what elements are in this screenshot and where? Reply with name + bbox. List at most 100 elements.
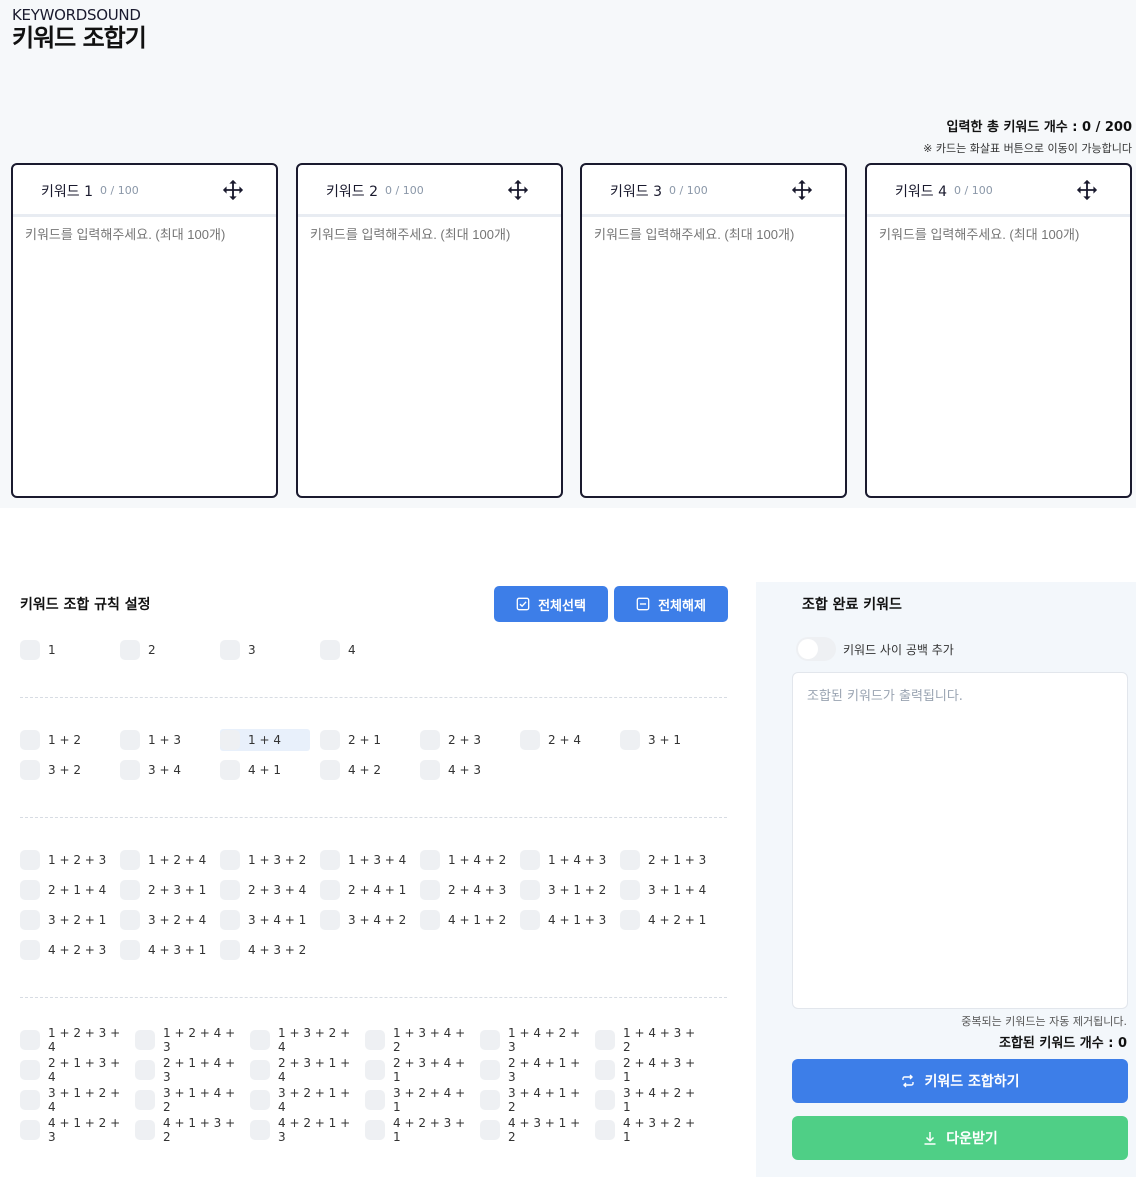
combination-checkbox[interactable] — [220, 880, 240, 900]
combination-checkbox[interactable] — [320, 760, 340, 780]
combination-checkbox[interactable] — [20, 1030, 40, 1050]
move-icon[interactable] — [791, 179, 813, 201]
combination-option[interactable]: 2 — [120, 639, 210, 661]
combination-option[interactable]: 2 + 1 + 3 + 4 — [20, 1056, 130, 1084]
combination-checkbox[interactable] — [20, 1090, 40, 1110]
combination-checkbox[interactable] — [120, 910, 140, 930]
combination-checkbox[interactable] — [420, 850, 440, 870]
result-textarea[interactable]: 조합된 키워드가 출력됩니다. — [792, 672, 1128, 1009]
combination-option[interactable]: 3 + 2 + 1 — [20, 909, 110, 931]
combination-checkbox[interactable] — [250, 1090, 270, 1110]
combination-option[interactable]: 1 + 3 + 2 — [220, 849, 310, 871]
combination-checkbox[interactable] — [20, 640, 40, 660]
combination-option[interactable]: 1 + 4 + 3 — [520, 849, 610, 871]
combination-checkbox[interactable] — [250, 1060, 270, 1080]
combination-option[interactable]: 3 + 2 + 4 + 1 — [365, 1086, 475, 1114]
combination-checkbox[interactable] — [20, 1060, 40, 1080]
combination-checkbox[interactable] — [135, 1030, 155, 1050]
download-button[interactable]: 다운받기 — [792, 1116, 1128, 1160]
combination-checkbox[interactable] — [520, 910, 540, 930]
combination-option[interactable]: 3 — [220, 639, 310, 661]
combination-option[interactable]: 2 + 4 + 3 — [420, 879, 510, 901]
combination-checkbox[interactable] — [520, 850, 540, 870]
combination-checkbox[interactable] — [20, 910, 40, 930]
combination-option[interactable]: 4 + 3 + 2 + 1 — [595, 1116, 705, 1144]
combination-checkbox[interactable] — [120, 730, 140, 750]
combination-checkbox[interactable] — [420, 880, 440, 900]
combination-option[interactable]: 1 + 2 + 4 + 3 — [135, 1026, 245, 1054]
combination-checkbox[interactable] — [220, 730, 240, 750]
combination-option[interactable]: 1 + 2 + 4 — [120, 849, 210, 871]
combination-option[interactable]: 4 + 3 + 1 + 2 — [480, 1116, 590, 1144]
combination-checkbox[interactable] — [320, 730, 340, 750]
combination-checkbox[interactable] — [250, 1030, 270, 1050]
combination-option[interactable]: 4 + 1 + 3 + 2 — [135, 1116, 245, 1144]
combination-option[interactable]: 2 + 1 + 4 — [20, 879, 110, 901]
combination-option[interactable]: 2 + 1 + 3 — [620, 849, 710, 871]
space-toggle[interactable] — [796, 637, 836, 661]
combination-checkbox[interactable] — [480, 1060, 500, 1080]
keyword-input-1[interactable] — [25, 227, 265, 242]
combination-option[interactable]: 2 + 4 + 1 + 3 — [480, 1056, 590, 1084]
combination-option[interactable]: 3 + 1 + 2 + 4 — [20, 1086, 130, 1114]
combination-checkbox[interactable] — [480, 1120, 500, 1140]
combination-checkbox[interactable] — [120, 850, 140, 870]
combination-checkbox[interactable] — [320, 880, 340, 900]
combination-option[interactable]: 3 + 2 — [20, 759, 110, 781]
combination-checkbox[interactable] — [620, 730, 640, 750]
combination-option[interactable]: 1 + 3 — [120, 729, 210, 751]
keyword-input-4[interactable] — [879, 227, 1119, 242]
combination-option[interactable]: 4 + 2 + 1 + 3 — [250, 1116, 360, 1144]
select-all-button[interactable]: 전체선택 — [494, 586, 608, 622]
deselect-all-button[interactable]: 전체해제 — [614, 586, 728, 622]
combination-checkbox[interactable] — [135, 1120, 155, 1140]
combination-option[interactable]: 4 + 3 + 1 — [120, 939, 210, 961]
combination-option[interactable]: 2 + 3 — [420, 729, 510, 751]
combination-option[interactable]: 3 + 4 + 1 + 2 — [480, 1086, 590, 1114]
move-icon[interactable] — [222, 179, 244, 201]
combination-option[interactable]: 2 + 3 + 1 — [120, 879, 210, 901]
combination-option[interactable]: 3 + 4 + 2 + 1 — [595, 1086, 705, 1114]
combination-checkbox[interactable] — [620, 880, 640, 900]
combination-checkbox[interactable] — [220, 850, 240, 870]
combination-option[interactable]: 1 + 4 + 2 + 3 — [480, 1026, 590, 1054]
combination-option[interactable]: 1 + 3 + 4 + 2 — [365, 1026, 475, 1054]
combination-checkbox[interactable] — [420, 730, 440, 750]
combination-checkbox[interactable] — [320, 910, 340, 930]
keyword-input-3[interactable] — [594, 227, 834, 242]
combination-option[interactable]: 2 + 3 + 4 — [220, 879, 310, 901]
combination-option[interactable]: 1 + 3 + 4 — [320, 849, 410, 871]
combination-checkbox[interactable] — [595, 1090, 615, 1110]
combination-option[interactable]: 3 + 1 + 2 — [520, 879, 610, 901]
combination-checkbox[interactable] — [620, 850, 640, 870]
combination-checkbox[interactable] — [620, 910, 640, 930]
combination-checkbox[interactable] — [220, 760, 240, 780]
combination-checkbox[interactable] — [250, 1120, 270, 1140]
combination-checkbox[interactable] — [420, 910, 440, 930]
combination-checkbox[interactable] — [20, 730, 40, 750]
combination-option[interactable]: 3 + 4 + 2 — [320, 909, 410, 931]
combination-checkbox[interactable] — [120, 760, 140, 780]
combination-checkbox[interactable] — [120, 880, 140, 900]
move-icon[interactable] — [1076, 179, 1098, 201]
combination-checkbox[interactable] — [120, 640, 140, 660]
combination-option[interactable]: 3 + 4 — [120, 759, 210, 781]
combination-option[interactable]: 4 + 1 + 2 — [420, 909, 510, 931]
combination-checkbox[interactable] — [20, 940, 40, 960]
combination-option[interactable]: 3 + 2 + 1 + 4 — [250, 1086, 360, 1114]
combination-option[interactable]: 1 — [20, 639, 110, 661]
combination-checkbox[interactable] — [135, 1090, 155, 1110]
combination-checkbox[interactable] — [220, 940, 240, 960]
combination-option[interactable]: 4 + 3 — [420, 759, 510, 781]
combination-option[interactable]: 1 + 3 + 2 + 4 — [250, 1026, 360, 1054]
combination-option[interactable]: 1 + 2 + 3 + 4 — [20, 1026, 130, 1054]
combination-option[interactable]: 4 + 2 + 1 — [620, 909, 710, 931]
combination-option[interactable]: 3 + 4 + 1 — [220, 909, 310, 931]
combination-checkbox[interactable] — [220, 640, 240, 660]
combine-button[interactable]: 키워드 조합하기 — [792, 1059, 1128, 1103]
combination-option[interactable]: 2 + 4 — [520, 729, 610, 751]
combination-option[interactable]: 2 + 3 + 1 + 4 — [250, 1056, 360, 1084]
combination-checkbox[interactable] — [20, 1120, 40, 1140]
combination-checkbox[interactable] — [135, 1060, 155, 1080]
combination-option[interactable]: 2 + 4 + 1 — [320, 879, 410, 901]
